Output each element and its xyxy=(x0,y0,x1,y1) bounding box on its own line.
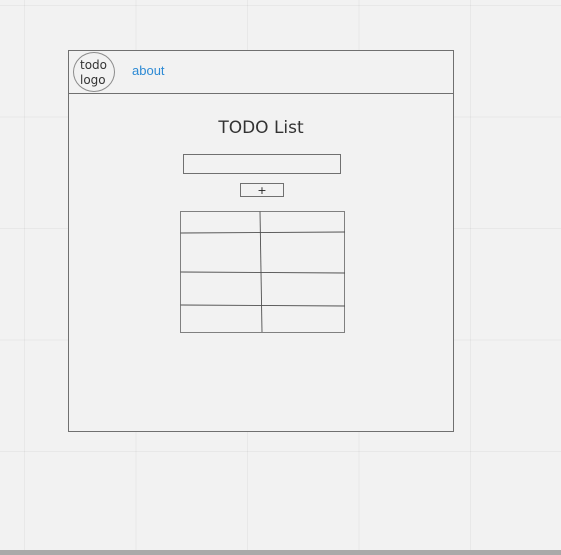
navbar: todo logo about xyxy=(69,51,453,94)
todo-table-grid xyxy=(180,211,346,333)
about-link[interactable]: about xyxy=(132,63,165,78)
page-title: TODO List xyxy=(218,118,304,138)
table-row-line xyxy=(180,231,346,234)
logo[interactable]: todo logo xyxy=(73,52,115,92)
todo-table xyxy=(180,211,346,333)
table-row-line xyxy=(180,304,346,307)
add-todo-button[interactable]: + xyxy=(240,183,284,197)
table-column-line xyxy=(259,211,263,333)
table-row-line xyxy=(180,271,346,274)
bottom-scrollbar[interactable] xyxy=(0,550,561,555)
app-frame: todo logo about TODO List + xyxy=(68,50,454,432)
todo-input[interactable] xyxy=(183,154,341,174)
